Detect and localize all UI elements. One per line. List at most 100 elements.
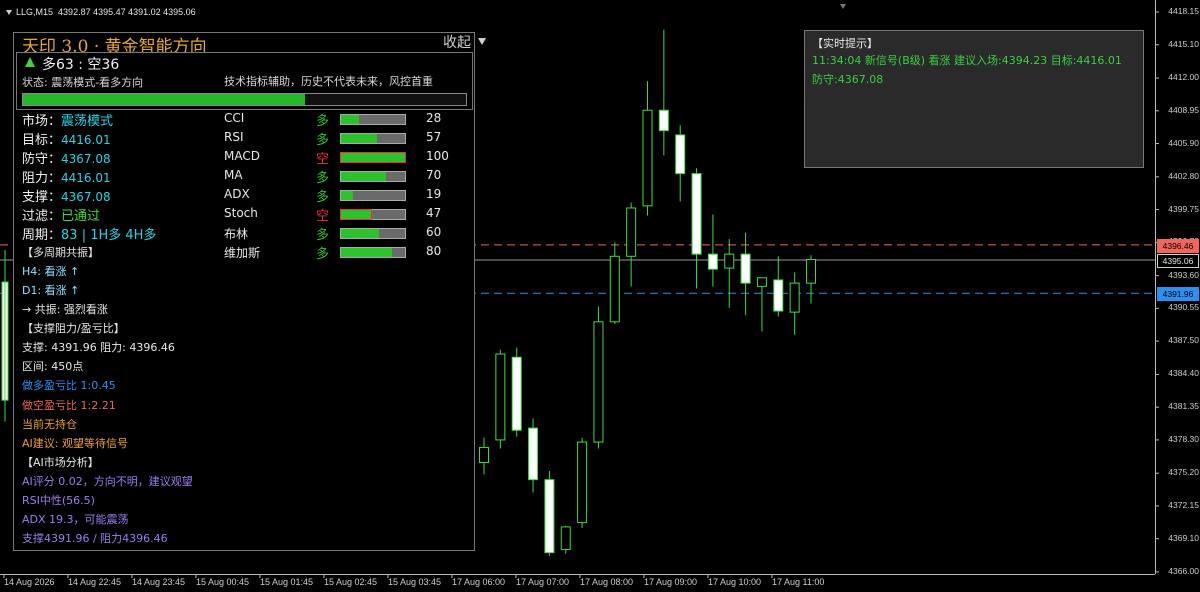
candle-body xyxy=(756,277,767,287)
analysis-line: 【多周期共振】 xyxy=(22,246,99,259)
candle-body xyxy=(773,279,784,312)
analysis-line: 支撑: 4391.96 阻力: 4396.46 xyxy=(22,341,175,355)
indicator-strength-bar xyxy=(340,190,406,201)
indicator-strength-bar xyxy=(340,114,406,125)
info-row: 防守：4367.08 xyxy=(22,148,111,167)
time-axis-label: 14 Aug 2026 xyxy=(4,577,55,587)
time-axis-label: 17 Aug 10:00 xyxy=(708,577,762,587)
collapse-arrow-icon[interactable] xyxy=(478,38,486,45)
candle-body xyxy=(806,259,816,284)
analysis-line: AI建议: 观望等待信号 xyxy=(22,436,128,450)
time-axis-label: 17 Aug 11:00 xyxy=(772,577,825,587)
indicator-strength-fill xyxy=(339,209,373,220)
price-scale-label: 4387.50 xyxy=(1168,335,1199,346)
indicator-value: 100 xyxy=(426,149,449,163)
indicator-name: RSI xyxy=(224,130,244,144)
price-scale-label: 4378.30 xyxy=(1168,433,1199,444)
candle-body xyxy=(544,479,555,554)
candle-body xyxy=(740,253,751,284)
indicator-name: 维加斯 xyxy=(224,246,261,260)
dropdown-triangle-icon[interactable] xyxy=(6,10,12,16)
candle-body xyxy=(789,282,800,313)
info-label: 阻力： xyxy=(22,171,62,186)
candle-body xyxy=(560,526,571,550)
price-scale-label: 4393.60 xyxy=(1168,269,1199,280)
candle-body xyxy=(707,253,718,270)
analysis-line: H4: 看涨 ↑ xyxy=(22,265,80,279)
price-scale-label: 4381.35 xyxy=(1168,401,1199,412)
price-scale-label: 4408.95 xyxy=(1168,104,1199,115)
bull-bear-count: 多63 : 空36 xyxy=(42,57,120,73)
analysis-line: D1: 看涨 ↑ xyxy=(22,284,80,298)
time-axis-label: 14 Aug 22:45 xyxy=(68,577,122,587)
indicator-name: MA xyxy=(224,168,243,182)
price-scale-label: 4375.20 xyxy=(1168,467,1199,478)
ohlc-readout: 4392.87 4395.47 4391.02 4395.06 xyxy=(58,7,196,17)
analysis-line: ADX 19.3，可能震荡 xyxy=(22,512,129,526)
indicator-strength-bar xyxy=(339,209,406,220)
indicator-strength-fill xyxy=(341,248,393,257)
bull-progress-fill xyxy=(23,94,305,105)
info-label: 周期： xyxy=(22,228,62,243)
price-scale-label: 4372.15 xyxy=(1168,499,1199,510)
time-axis-label: 14 Aug 23:45 xyxy=(132,577,186,587)
info-value: 4367.08 xyxy=(61,152,111,166)
price-tag: 4396.46 xyxy=(1157,238,1199,253)
analysis-line: RSI中性(56.5) xyxy=(22,493,95,507)
candle-body xyxy=(691,173,702,255)
scroll-marker-icon xyxy=(840,4,846,9)
disclaimer-text: 技术指标辅助，历史不代表未来，风控首重 xyxy=(224,75,433,88)
candle-body xyxy=(642,109,653,207)
time-axis-label: 15 Aug 02:45 xyxy=(324,577,378,587)
indicator-name: ADX xyxy=(224,187,250,201)
up-arrow-icon xyxy=(25,57,35,67)
collapse-button[interactable]: 收起 xyxy=(443,32,471,52)
indicator-strength-fill xyxy=(341,134,378,143)
analysis-line: → 共振: 强烈看涨 xyxy=(22,303,108,317)
info-value: 83 | 1H多 4H多 xyxy=(61,228,157,243)
indicator-strength-fill xyxy=(341,191,354,200)
info-row: 目标：4416.01 xyxy=(22,129,111,148)
indicator-direction: 多 xyxy=(316,114,330,129)
time-axis-label: 17 Aug 09:00 xyxy=(644,577,698,587)
price-tag: 4391.96 xyxy=(1157,287,1199,302)
indicator-direction: 多 xyxy=(316,247,330,262)
indicator-strength-bar xyxy=(340,171,406,182)
candle-body xyxy=(609,255,620,323)
indicator-direction: 多 xyxy=(316,228,330,243)
price-scale-label: 4369.10 xyxy=(1168,532,1199,543)
indicator-strength-bar xyxy=(340,133,406,144)
analysis-line: 【支撑阻力/盈亏比】 xyxy=(22,322,125,336)
info-label: 支撑： xyxy=(22,190,62,205)
info-row: 市场：震荡模式 xyxy=(22,110,113,129)
candle-body xyxy=(577,441,588,524)
info-value: 4416.01 xyxy=(61,171,111,185)
time-axis-label: 15 Aug 03:45 xyxy=(388,577,442,587)
info-row: 阻力：4416.01 xyxy=(22,167,111,186)
indicator-strength-fill xyxy=(341,172,386,181)
info-label: 过滤： xyxy=(22,209,62,224)
indicator-name: Stoch xyxy=(224,206,258,220)
bull-progress-bar xyxy=(22,93,467,106)
indicator-value: 19 xyxy=(426,187,442,201)
analysis-line: 【AI市场分析】 xyxy=(22,455,99,469)
candle-body xyxy=(479,446,489,463)
indicator-direction: 多 xyxy=(316,190,330,205)
indicator-strength-bar xyxy=(340,228,406,239)
info-value: 4367.08 xyxy=(61,190,111,204)
indicator-strength-bar xyxy=(340,247,406,258)
indicator-strength-fill xyxy=(341,115,359,124)
time-axis-label: 15 Aug 00:45 xyxy=(196,577,250,587)
candle-body xyxy=(626,207,637,257)
indicator-value: 57 xyxy=(426,130,442,144)
indicator-value: 70 xyxy=(426,168,442,182)
info-row: 支撑：4367.08 xyxy=(22,186,111,205)
candle-body xyxy=(511,356,522,431)
analysis-line: 当前无持仓 xyxy=(22,417,77,431)
indicator-strength-fill xyxy=(341,229,380,238)
info-value: 震荡模式 xyxy=(61,114,114,129)
info-label: 防守： xyxy=(22,152,62,167)
status-text: 状态: 震荡模式-看多方向 xyxy=(22,76,144,89)
price-scale-label: 4384.40 xyxy=(1168,368,1199,379)
indicator-value: 28 xyxy=(426,111,442,125)
